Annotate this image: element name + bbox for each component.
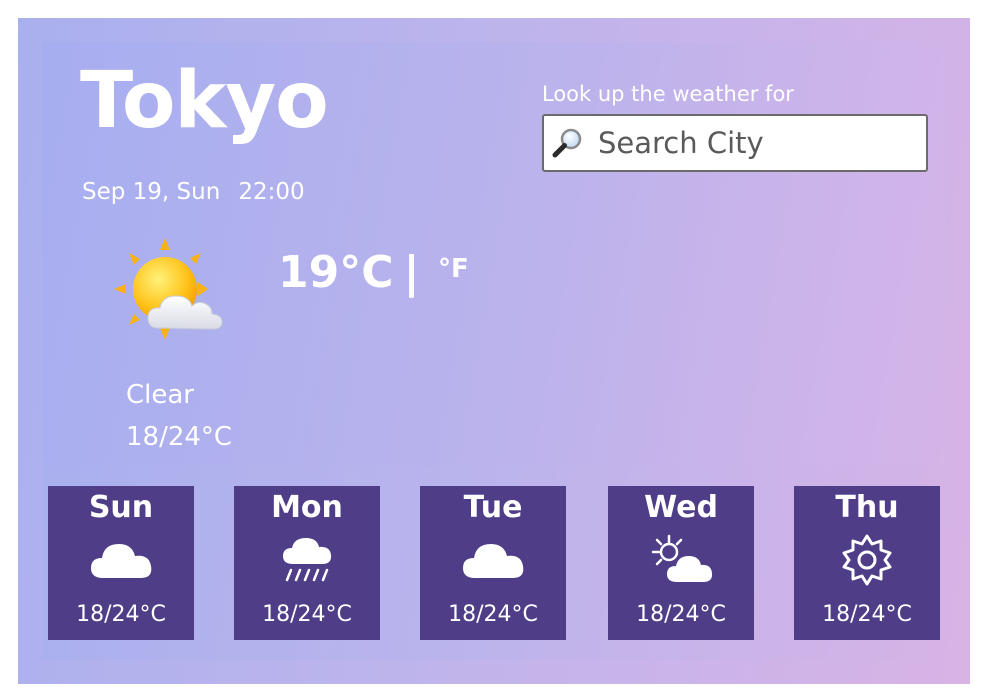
sun-behind-cloud-icon [114, 238, 223, 340]
forecast-range: 18/24°C [76, 602, 166, 627]
partly-cloudy-icon [651, 534, 713, 582]
forecast-day-tue: Tue 18/24°C [420, 486, 566, 640]
forecast-day-name: Thu [835, 490, 899, 525]
temperature-range: 18/24°C [126, 422, 233, 452]
rain-icon [283, 538, 332, 582]
forecast-range: 18/24°C [448, 602, 538, 627]
cloud-icon [463, 544, 524, 578]
temperature-celsius: 19°C [278, 247, 394, 298]
date-time: Sep 19, Sun 22:00 [82, 179, 305, 205]
weather-card: Tokyo Sep 19, Sun 22:00 Look up the weath… [18, 18, 970, 684]
forecast-day-wed: Wed 18/24°C [608, 486, 754, 640]
forecast-day-name: Mon [271, 490, 343, 525]
forecast-strip: Sun 18/24°C Mon 18/24°C Tue 18/24°C Wed … [42, 466, 946, 660]
forecast-range: 18/24°C [822, 602, 912, 627]
forecast-range: 18/24°C [262, 602, 352, 627]
unit-separator: | [403, 247, 420, 298]
current-temperature: 19°C | [278, 247, 420, 298]
forecast-day-name: Tue [463, 490, 523, 525]
search-input[interactable] [596, 125, 920, 161]
search-label: Look up the weather for [542, 82, 794, 106]
forecast-day-name: Sun [88, 490, 154, 525]
forecast-day-mon: Mon 18/24°C [234, 486, 380, 640]
forecast-day-sun: Sun 18/24°C [48, 486, 194, 640]
magnifier-icon [552, 128, 582, 158]
forecast-range: 18/24°C [636, 602, 726, 627]
forecast-day-thu: Thu 18/24°C [794, 486, 940, 640]
search-box[interactable] [542, 114, 928, 172]
city-name: Tokyo [80, 56, 329, 146]
forecast-day-name: Wed [644, 490, 718, 525]
cloud-icon [91, 544, 152, 578]
weather-condition: Clear [126, 380, 194, 410]
fahrenheit-toggle[interactable]: °F [438, 254, 469, 284]
sun-outline-icon [842, 534, 892, 586]
current-date: Sep 19, Sun [82, 179, 221, 205]
current-time: 22:00 [238, 179, 305, 205]
